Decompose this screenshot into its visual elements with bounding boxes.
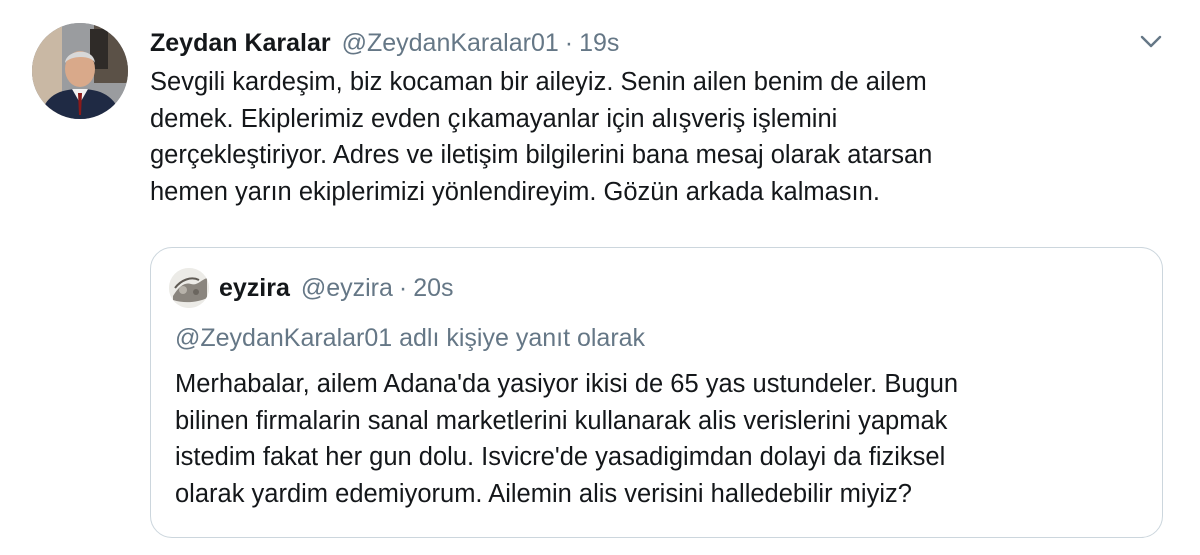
tweet-text-line: demek. Ekiplerimiz evden çıkamayanlar iç…: [150, 104, 838, 133]
tweet-menu-button[interactable]: [1136, 28, 1166, 54]
author-name[interactable]: Zeydan Karalar: [150, 29, 331, 57]
quoted-tweet-timestamp: 20s: [413, 274, 454, 302]
tweet: Zeydan Karalar @ZeydanKaralar01 · 19s Sevg…: [0, 0, 1200, 555]
avatar-photo-icon: [169, 268, 209, 308]
reply-context: @ZeydanKaralar01 adlı kişiye yanıt olara…: [175, 324, 646, 352]
quoted-text-line: Merhabalar, ailem Adana'da yasiyor ikisi…: [175, 370, 959, 398]
author-avatar[interactable]: [32, 23, 128, 119]
quoted-author-handle: @eyzira: [300, 274, 393, 302]
tweet-text: Sevgili kardeşim, biz kocaman bir aileyi…: [150, 64, 1150, 210]
quoted-text-line: bilinen firmalarin sanal marketlerini ku…: [175, 406, 948, 435]
quoted-author-name: eyzira: [219, 274, 290, 302]
separator-dot: ·: [398, 274, 408, 302]
tweet-text-line: Sevgili kardeşim, biz kocaman bir aileyi…: [150, 68, 927, 96]
quoted-text-line: istedim fakat her gun dolu. Isvicre'de y…: [175, 443, 946, 471]
quoted-text-line: olarak yardim edemiyorum. Ailemin alis v…: [175, 479, 912, 508]
separator-dot: ·: [564, 29, 574, 57]
chevron-down-icon: [1140, 35, 1162, 48]
quoted-author-avatar: [169, 268, 209, 308]
tweet-text-line: hemen yarın ekiplerimizi yönlendireyim. …: [150, 177, 880, 206]
author-handle[interactable]: @ZeydanKaralar01: [342, 29, 559, 57]
tweet-text-line: gerçekleştiriyor. Adres ve iletişim bilg…: [150, 141, 933, 170]
quoted-tweet-card[interactable]: eyzira @eyzira · 20s @ZeydanKaralar01 adlı…: [150, 247, 1163, 538]
tweet-header: Zeydan Karalar @ZeydanKaralar01 · 19s: [150, 26, 619, 60]
quoted-tweet-header: eyzira @eyzira · 20s: [219, 270, 454, 306]
avatar-photo-icon: [32, 23, 128, 119]
quoted-tweet-text: Merhabalar, ailem Adana'da yasiyor ikisi…: [175, 366, 1145, 512]
tweet-timestamp[interactable]: 19s: [579, 29, 619, 57]
